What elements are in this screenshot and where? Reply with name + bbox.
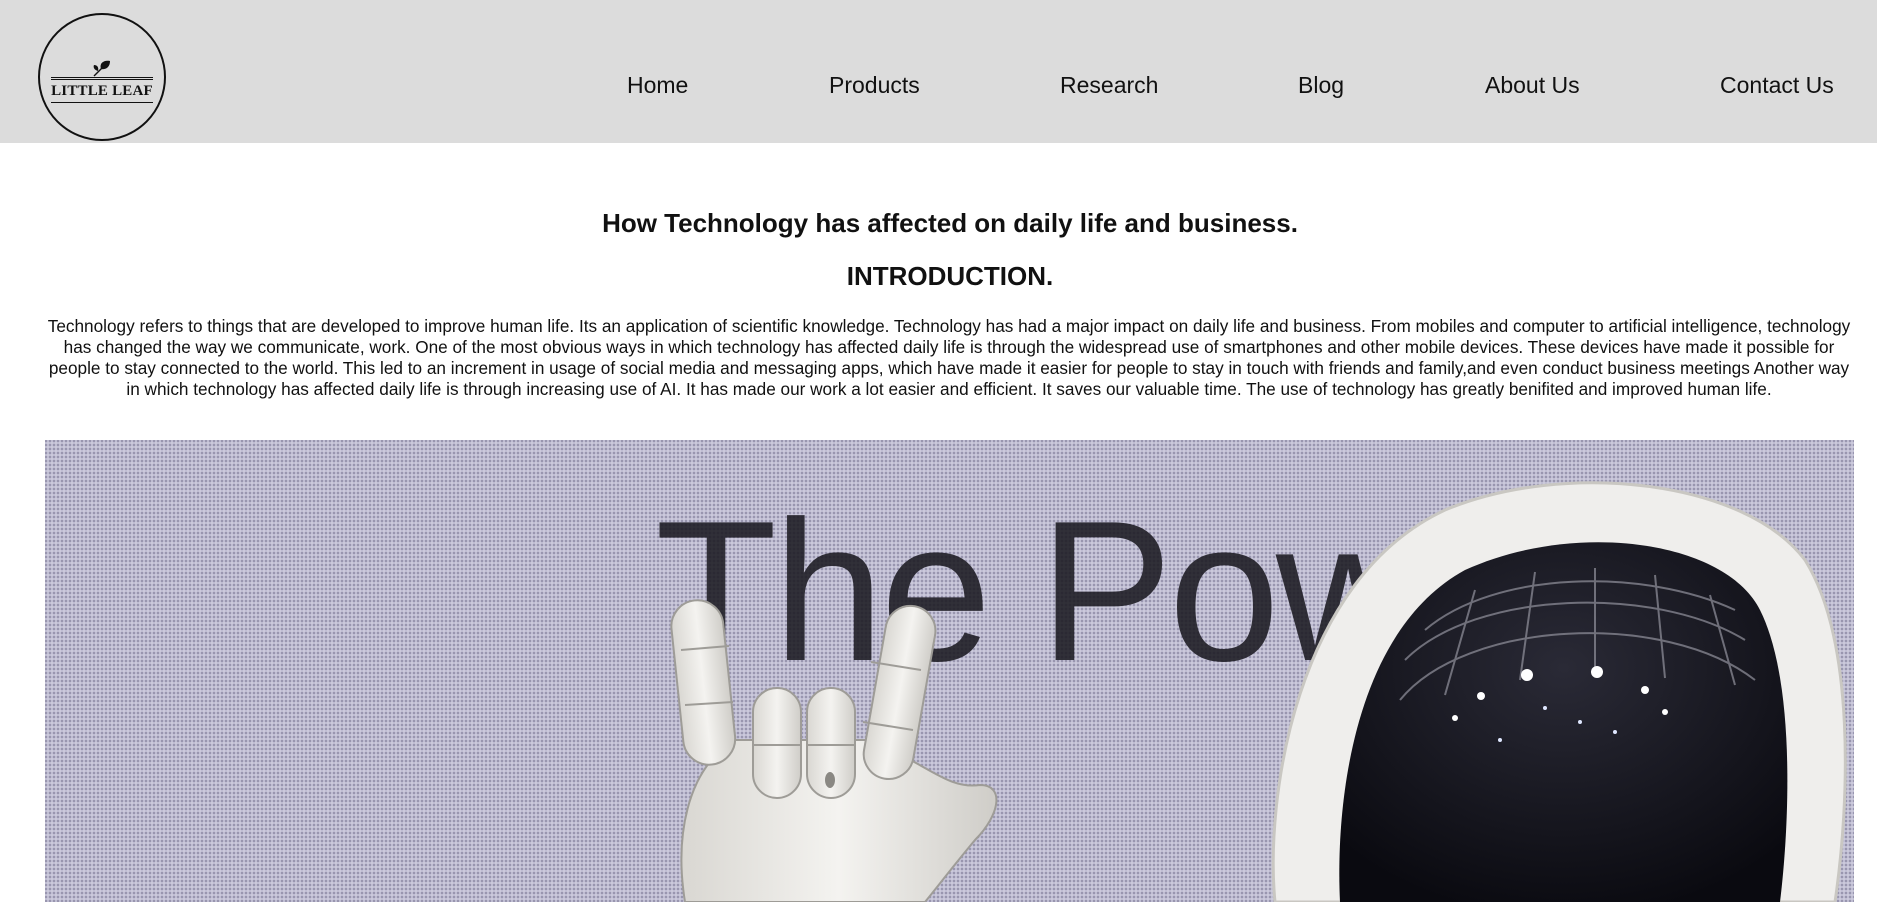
nav-products[interactable]: Products bbox=[829, 72, 920, 99]
robot-hero-illustration: The Powe bbox=[45, 440, 1854, 902]
page-title: How Technology has affected on daily lif… bbox=[602, 208, 1298, 238]
intro-paragraph: Technology refers to things that are dev… bbox=[47, 316, 1851, 399]
nav-home[interactable]: Home bbox=[627, 72, 688, 99]
section-heading: INTRODUCTION. bbox=[846, 261, 1054, 291]
nav-about-us[interactable]: About Us bbox=[1485, 72, 1580, 99]
nav-contact-us[interactable]: Contact Us bbox=[1720, 72, 1834, 99]
nav-blog[interactable]: Blog bbox=[1298, 72, 1344, 99]
hero-image: The Powe bbox=[45, 440, 1854, 902]
main-nav: Home Products Research Blog About Us Con… bbox=[0, 72, 1877, 106]
nav-research[interactable]: Research bbox=[1060, 72, 1158, 99]
site-header: LITTLE LEAF Home Products Research Blog … bbox=[0, 0, 1877, 143]
